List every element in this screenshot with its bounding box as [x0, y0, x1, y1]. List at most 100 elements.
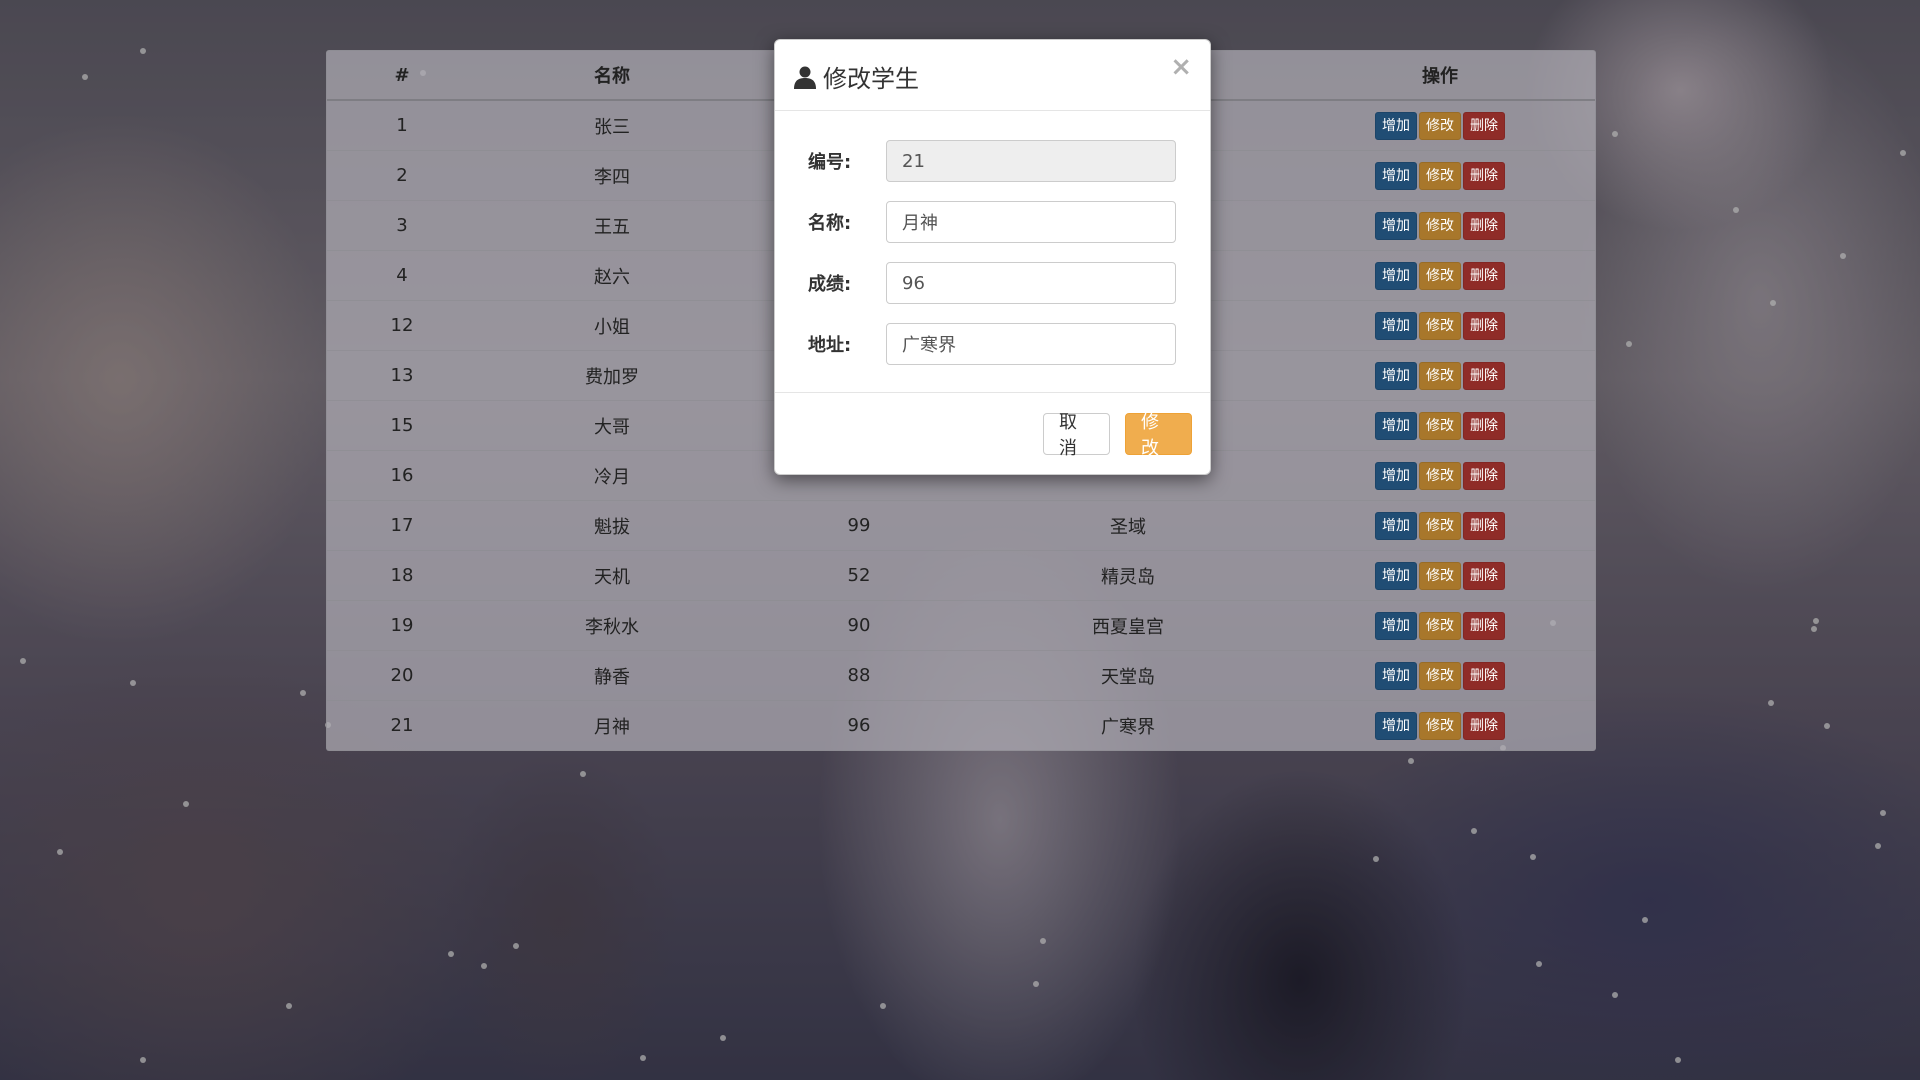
cell-address: 西夏皇宫	[971, 600, 1285, 651]
edit-button[interactable]: 修改	[1419, 411, 1461, 440]
edit-button[interactable]: 修改	[1419, 711, 1461, 740]
delete-button[interactable]: 删除	[1463, 711, 1505, 740]
address-label: 地址:	[808, 335, 852, 356]
add-button[interactable]: 增加	[1375, 411, 1417, 440]
add-button[interactable]: 增加	[1375, 611, 1417, 640]
delete-button[interactable]: 删除	[1463, 461, 1505, 490]
user-icon	[794, 66, 816, 89]
delete-button[interactable]: 删除	[1463, 511, 1505, 540]
cell-actions: 增加 修改 删除	[1285, 99, 1595, 151]
edit-button[interactable]: 修改	[1419, 111, 1461, 140]
cell-score: 90	[747, 600, 971, 651]
id-field[interactable]	[886, 140, 1176, 182]
add-button[interactable]: 增加	[1375, 161, 1417, 190]
cell-id: 1	[327, 99, 477, 151]
delete-button[interactable]: 删除	[1463, 111, 1505, 140]
cell-name: 赵六	[477, 250, 747, 301]
modal-header: 修改学生 ×	[775, 40, 1210, 111]
table-row: 21 月神 96 广寒界 增加 修改 删除	[327, 700, 1595, 750]
add-button[interactable]: 增加	[1375, 711, 1417, 740]
cell-address: 广寒界	[971, 700, 1285, 750]
name-field[interactable]	[886, 201, 1176, 243]
cell-actions: 增加 修改 删除	[1285, 700, 1595, 750]
table-row: 19 李秋水 90 西夏皇宫 增加 修改 删除	[327, 600, 1595, 651]
add-button[interactable]: 增加	[1375, 111, 1417, 140]
delete-button[interactable]: 删除	[1463, 161, 1505, 190]
cell-id: 2	[327, 150, 477, 201]
edit-button[interactable]: 修改	[1419, 611, 1461, 640]
edit-button[interactable]: 修改	[1419, 511, 1461, 540]
cancel-button[interactable]: 取消	[1043, 412, 1110, 459]
cell-score: 96	[747, 700, 971, 750]
cell-actions: 增加 修改 删除	[1285, 400, 1595, 451]
form-row-score: 成绩:	[808, 262, 1177, 304]
add-button[interactable]: 增加	[1375, 211, 1417, 240]
table-row: 17 魁拔 99 圣域 增加 修改 删除	[327, 500, 1595, 551]
cell-id: 15	[327, 400, 477, 451]
score-field[interactable]	[886, 262, 1176, 304]
add-button[interactable]: 增加	[1375, 561, 1417, 590]
add-button[interactable]: 增加	[1375, 511, 1417, 540]
form-row-address: 地址:	[808, 323, 1177, 365]
cell-address: 精灵岛	[971, 550, 1285, 601]
cell-name: 李四	[477, 150, 747, 201]
edit-button[interactable]: 修改	[1419, 461, 1461, 490]
name-label: 名称:	[808, 213, 852, 234]
delete-button[interactable]: 删除	[1463, 661, 1505, 690]
modal-footer: 取消 修改	[775, 393, 1210, 473]
cell-score: 99	[747, 500, 971, 551]
edit-button[interactable]: 修改	[1419, 211, 1461, 240]
cell-name: 费加罗	[477, 350, 747, 401]
delete-button[interactable]: 删除	[1463, 311, 1505, 340]
edit-button[interactable]: 修改	[1419, 161, 1461, 190]
delete-button[interactable]: 删除	[1463, 411, 1505, 440]
header-name: 名称	[477, 51, 747, 101]
cell-id: 16	[327, 450, 477, 501]
delete-button[interactable]: 删除	[1463, 211, 1505, 240]
cell-actions: 增加 修改 删除	[1285, 350, 1595, 401]
cell-actions: 增加 修改 删除	[1285, 200, 1595, 251]
cell-name: 魁拔	[477, 500, 747, 551]
edit-button[interactable]: 修改	[1419, 261, 1461, 290]
cell-name: 张三	[477, 99, 747, 151]
table-row: 20 静香 88 天堂岛 增加 修改 删除	[327, 650, 1595, 701]
edit-button[interactable]: 修改	[1419, 361, 1461, 390]
cell-actions: 增加 修改 删除	[1285, 500, 1595, 551]
modal-title-text: 修改学生	[823, 65, 919, 93]
close-icon[interactable]: ×	[1170, 54, 1192, 80]
delete-button[interactable]: 删除	[1463, 561, 1505, 590]
cell-id: 19	[327, 600, 477, 651]
form-row-id: 编号:	[808, 140, 1177, 182]
score-label: 成绩:	[808, 274, 852, 295]
modal-body: 编号: 名称: 成绩: 地址:	[775, 111, 1210, 393]
delete-button[interactable]: 删除	[1463, 361, 1505, 390]
add-button[interactable]: 增加	[1375, 361, 1417, 390]
cell-address: 天堂岛	[971, 650, 1285, 701]
add-button[interactable]: 增加	[1375, 661, 1417, 690]
cell-id: 20	[327, 650, 477, 701]
add-button[interactable]: 增加	[1375, 461, 1417, 490]
submit-edit-button[interactable]: 修改	[1125, 412, 1192, 459]
cell-actions: 增加 修改 删除	[1285, 150, 1595, 201]
delete-button[interactable]: 删除	[1463, 261, 1505, 290]
edit-button[interactable]: 修改	[1419, 561, 1461, 590]
address-field[interactable]	[886, 323, 1176, 365]
id-label: 编号:	[808, 152, 852, 173]
edit-button[interactable]: 修改	[1419, 661, 1461, 690]
cell-id: 17	[327, 500, 477, 551]
header-actions: 操作	[1285, 51, 1595, 101]
edit-button[interactable]: 修改	[1419, 311, 1461, 340]
add-button[interactable]: 增加	[1375, 311, 1417, 340]
cell-id: 3	[327, 200, 477, 251]
cell-actions: 增加 修改 删除	[1285, 650, 1595, 701]
cell-actions: 增加 修改 删除	[1285, 600, 1595, 651]
cell-actions: 增加 修改 删除	[1285, 550, 1595, 601]
form-row-name: 名称:	[808, 201, 1177, 243]
add-button[interactable]: 增加	[1375, 261, 1417, 290]
cell-score: 88	[747, 650, 971, 701]
cell-id: 13	[327, 350, 477, 401]
modal-title: 修改学生	[793, 59, 919, 94]
cell-name: 大哥	[477, 400, 747, 451]
delete-button[interactable]: 删除	[1463, 611, 1505, 640]
cell-id: 18	[327, 550, 477, 601]
